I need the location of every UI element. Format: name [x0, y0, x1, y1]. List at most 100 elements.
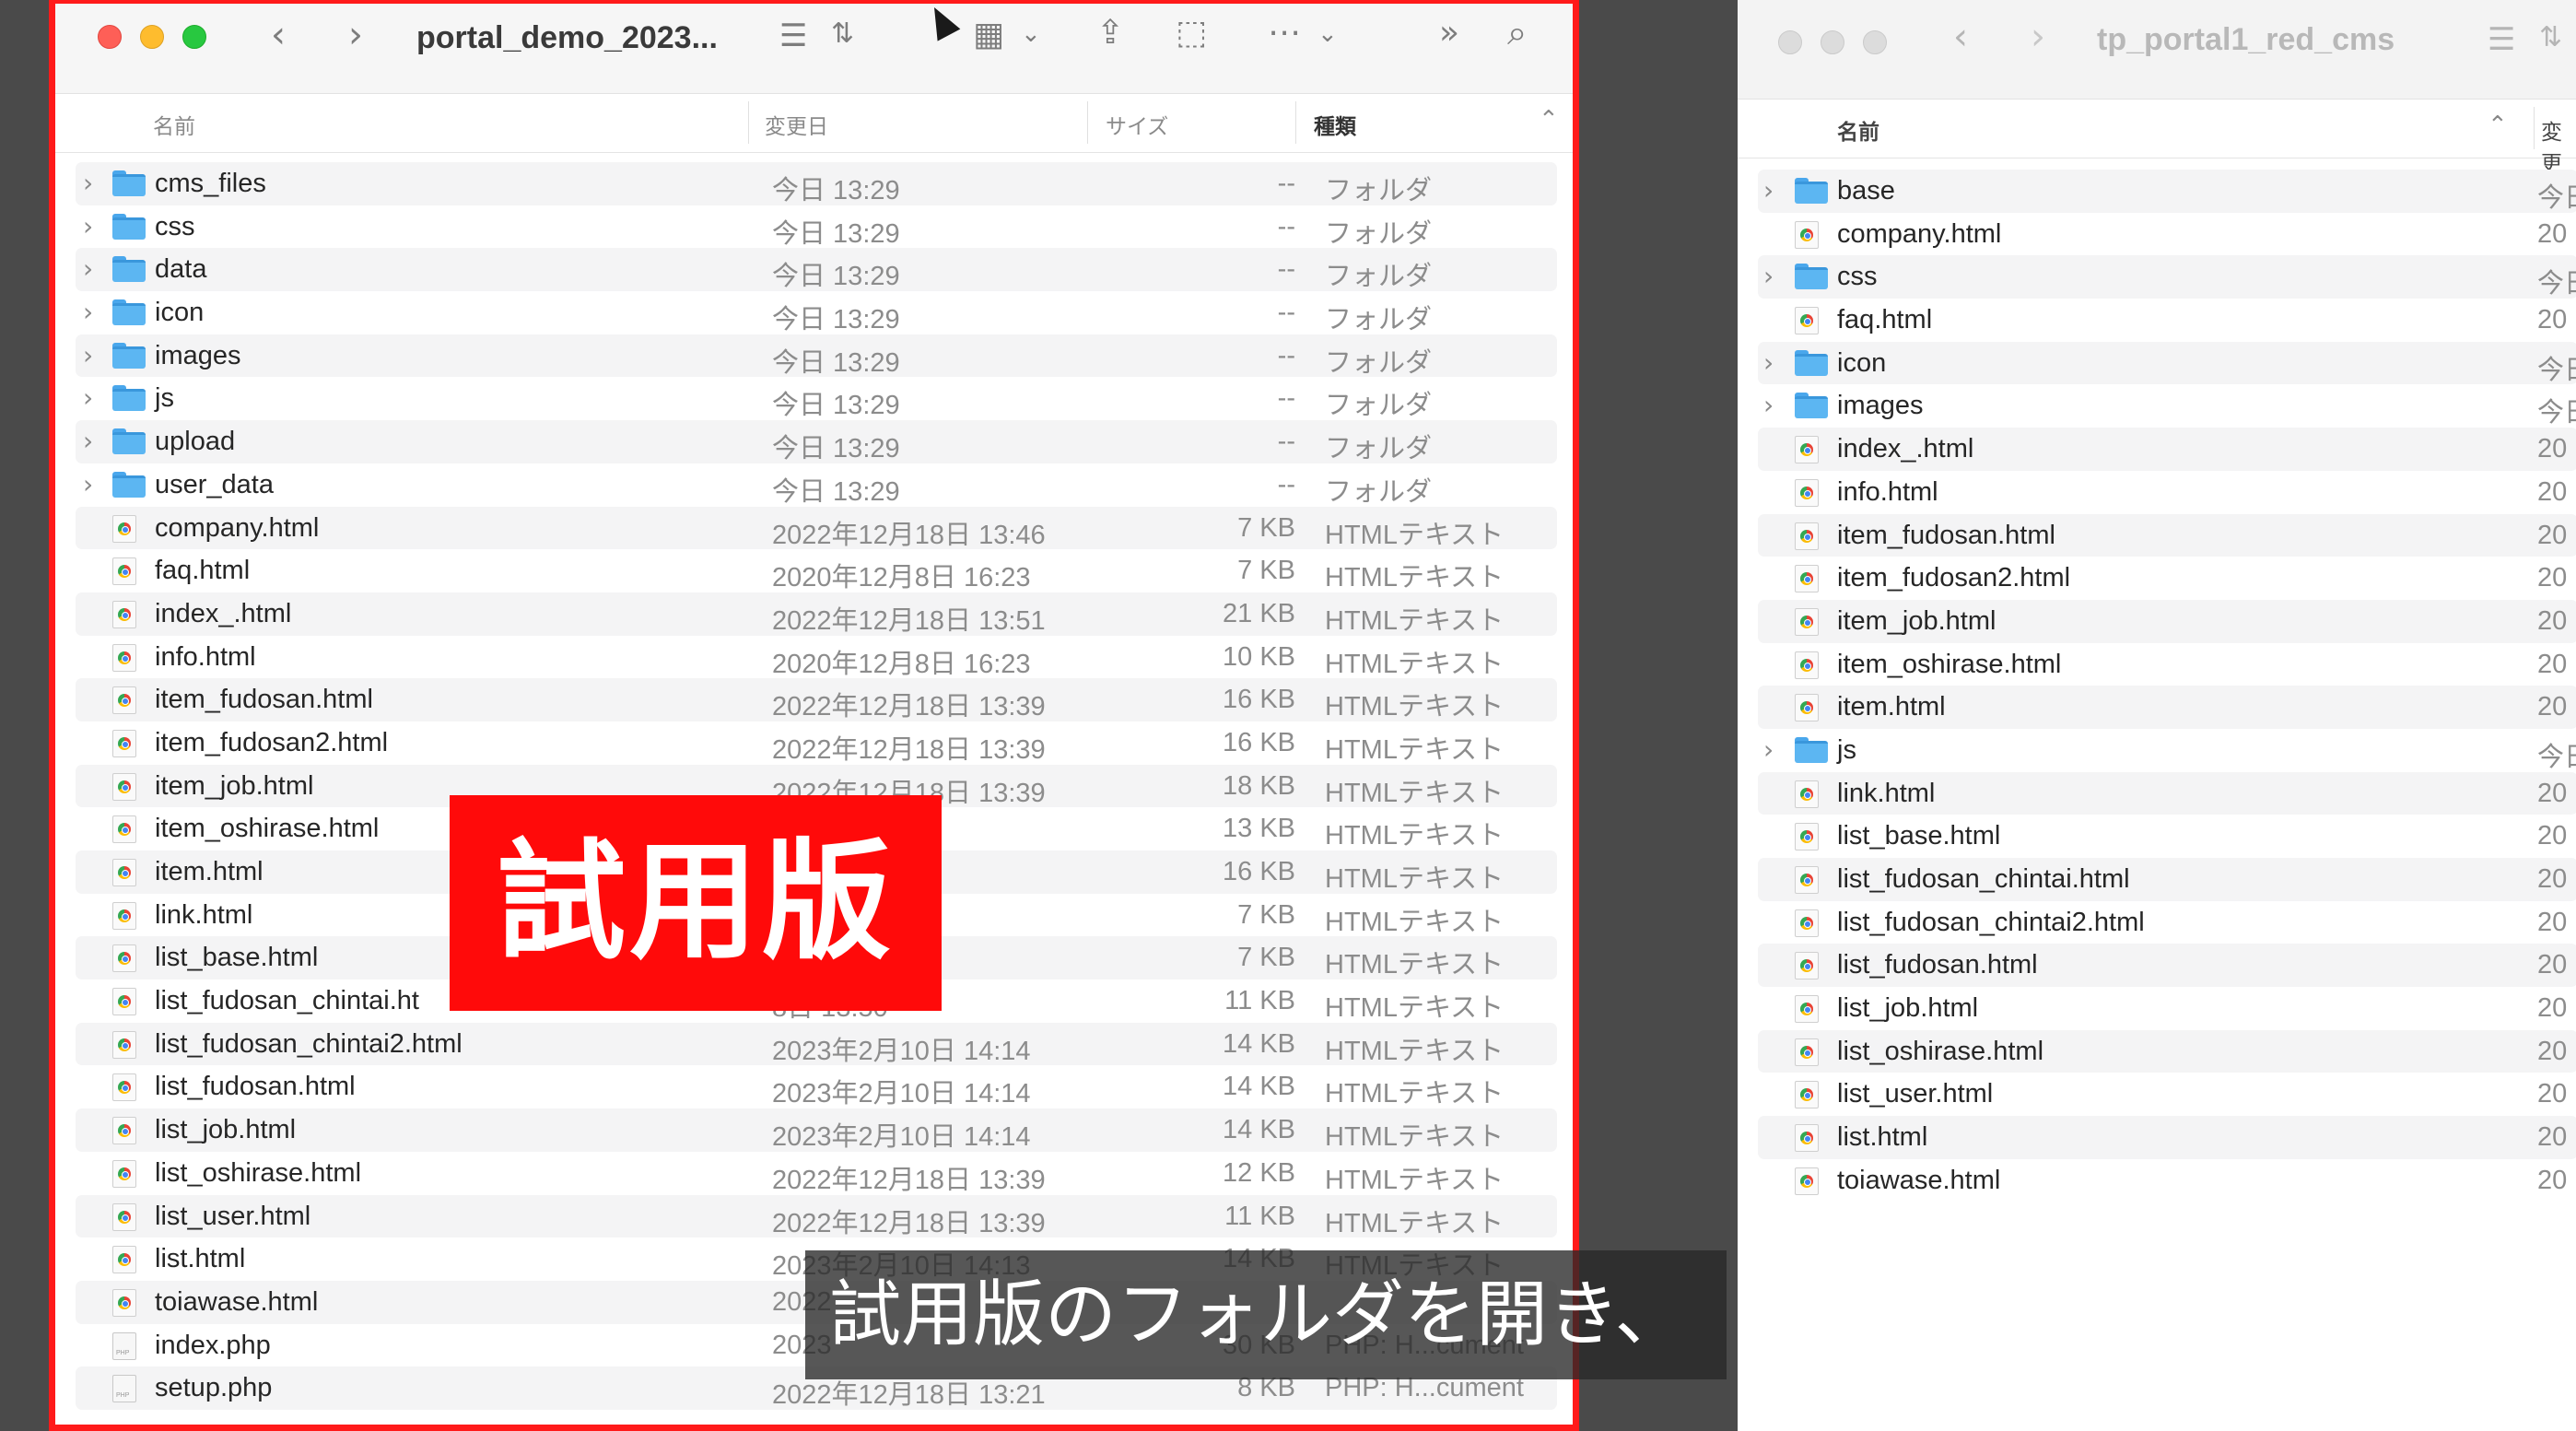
file-row[interactable]: faq.html 20: [1758, 299, 2576, 342]
zoom-window-button[interactable]: [1863, 30, 1887, 54]
overflow-chevrons-icon[interactable]: »: [1439, 17, 1459, 50]
file-row[interactable]: item_oshirase.html 20: [1758, 643, 2576, 686]
file-row[interactable]: list_fudosan_chintai2.html 20: [1758, 901, 2576, 944]
file-row[interactable]: › base 今日: [1758, 170, 2576, 213]
zoom-window-button[interactable]: [182, 25, 206, 49]
file-row[interactable]: › css 今日 13:29 -- フォルダ: [76, 205, 1557, 249]
disclosure-chevron-icon[interactable]: ›: [1763, 390, 1774, 420]
file-row[interactable]: › user_data 今日 13:29 -- フォルダ: [76, 463, 1557, 507]
file-row[interactable]: › icon 今日 13:29 -- フォルダ: [76, 291, 1557, 334]
file-row[interactable]: list_fudosan_chintai2.html 2023年2月10日 14:…: [76, 1022, 1557, 1066]
list-view-icon[interactable]: ☰: [2488, 24, 2515, 55]
chevron-down-icon[interactable]: ⌄: [1317, 22, 1338, 46]
file-row[interactable]: list_oshirase.html 20: [1758, 1029, 2576, 1073]
file-row[interactable]: index_.html 20: [1758, 428, 2576, 471]
file-row[interactable]: list.html 20: [1758, 1116, 2576, 1159]
html-file-icon: [1795, 651, 1819, 679]
close-window-button[interactable]: [1778, 30, 1802, 54]
disclosure-chevron-icon[interactable]: ›: [83, 469, 93, 499]
file-row[interactable]: item_fudosan2.html 20: [1758, 557, 2576, 600]
file-kind: HTMLテキスト: [1325, 907, 1505, 937]
sort-ascending-icon[interactable]: ⌃: [1539, 105, 1559, 134]
disclosure-chevron-icon[interactable]: ›: [83, 253, 93, 284]
share-icon[interactable]: ⇪: [1096, 17, 1124, 50]
file-kind: フォルダ: [1325, 262, 1433, 292]
tag-icon[interactable]: ⬚: [1176, 17, 1207, 50]
disclosure-chevron-icon[interactable]: ›: [83, 382, 93, 413]
file-row[interactable]: › data 今日 13:29 -- フォルダ: [76, 248, 1557, 291]
file-row[interactable]: list_oshirase.html 2022年12月18日 13:39 12 KB…: [76, 1152, 1557, 1195]
disclosure-chevron-icon[interactable]: ›: [1763, 261, 1774, 291]
group-grid-icon[interactable]: ▦: [973, 18, 1004, 52]
file-row[interactable]: › cms_files 今日 13:29 -- フォルダ: [76, 162, 1557, 205]
more-options-icon[interactable]: ⋯: [1268, 17, 1301, 50]
file-row[interactable]: company.html 20: [1758, 213, 2576, 256]
file-row[interactable]: list_base.html 20: [1758, 815, 2576, 858]
file-row[interactable]: toiawase.html 20: [1758, 1159, 2576, 1202]
file-row[interactable]: › icon 今日: [1758, 341, 2576, 385]
file-row[interactable]: item_fudosan.html 2022年12月18日 13:39 16 KB H…: [76, 678, 1557, 721]
file-row[interactable]: info.html 20: [1758, 471, 2576, 514]
column-name[interactable]: 名前: [1837, 114, 1879, 146]
file-row[interactable]: › js 今日: [1758, 729, 2576, 772]
disclosure-chevron-icon[interactable]: ›: [83, 168, 93, 198]
sort-chevrons-icon[interactable]: ⇅: [831, 20, 854, 48]
column-name[interactable]: 名前: [153, 109, 195, 140]
html-file-icon: [112, 901, 136, 930]
file-row[interactable]: item_job.html 20: [1758, 599, 2576, 643]
back-icon[interactable]: ‹: [271, 17, 286, 53]
search-icon[interactable]: ⌕: [1507, 15, 1527, 50]
minimize-window-button[interactable]: [1821, 30, 1844, 54]
file-row[interactable]: › js 今日 13:29 -- フォルダ: [76, 377, 1557, 420]
html-file-icon: [1795, 1124, 1819, 1153]
close-window-button[interactable]: [98, 25, 122, 49]
file-row[interactable]: faq.html 2020年12月8日 16:23 7 KB HTMLテキスト: [76, 549, 1557, 592]
html-file-icon: [112, 557, 136, 586]
file-row[interactable]: link.html 20: [1758, 771, 2576, 815]
forward-icon[interactable]: ›: [348, 17, 363, 53]
file-row[interactable]: list_user.html 20: [1758, 1073, 2576, 1116]
disclosure-chevron-icon[interactable]: ›: [83, 426, 93, 456]
file-name: item.html: [1837, 692, 1946, 722]
disclosure-chevron-icon[interactable]: ›: [83, 211, 93, 241]
file-row[interactable]: › images 今日 13:29 -- フォルダ: [76, 334, 1557, 378]
forward-icon[interactable]: ›: [2031, 18, 2045, 55]
column-kind[interactable]: 種類: [1314, 109, 1356, 140]
file-row[interactable]: index_.html 2022年12月18日 13:51 21 KB HTMLテキス…: [76, 592, 1557, 636]
column-size[interactable]: サイズ: [1106, 109, 1168, 140]
back-icon[interactable]: ‹: [1953, 18, 1968, 55]
file-row[interactable]: item.html 20: [1758, 686, 2576, 729]
sort-ascending-icon[interactable]: ⌃: [2488, 111, 2508, 139]
file-row[interactable]: company.html 2022年12月18日 13:46 7 KB HTMLテキス…: [76, 506, 1557, 550]
file-row[interactable]: list_fudosan.html 20: [1758, 944, 2576, 988]
file-row[interactable]: list_fudosan_chintai.html 20: [1758, 858, 2576, 901]
minimize-window-button[interactable]: [140, 25, 164, 49]
file-size: --: [1277, 211, 1295, 241]
column-date[interactable]: 変更日: [765, 109, 828, 140]
file-row[interactable]: list_job.html 20: [1758, 987, 2576, 1030]
file-row[interactable]: list_job.html 2023年2月10日 14:14 14 KB HTMLテキ…: [76, 1108, 1557, 1152]
file-row[interactable]: list_fudosan.html 2023年2月10日 14:14 14 KB HT…: [76, 1065, 1557, 1108]
file-name: toiawase.html: [1837, 1165, 2001, 1195]
disclosure-chevron-icon[interactable]: ›: [1763, 347, 1774, 378]
file-row[interactable]: item_fudosan.html 20: [1758, 513, 2576, 557]
html-file-icon: [1795, 952, 1819, 980]
sort-chevrons-icon[interactable]: ⇅: [2539, 24, 2562, 52]
file-row[interactable]: › upload 今日 13:29 -- フォルダ: [76, 420, 1557, 463]
file-size: 7 KB: [1237, 512, 1295, 543]
list-view-icon[interactable]: ☰: [779, 20, 807, 52]
disclosure-chevron-icon[interactable]: ›: [83, 340, 93, 370]
file-list: › base 今日 company.html 20 › css 今日 faq.html 20 › ic…: [1758, 170, 2576, 1202]
file-row[interactable]: item_fudosan2.html 2022年12月18日 13:39 16 KB…: [76, 721, 1557, 765]
column-date[interactable]: 変更: [2541, 114, 2576, 177]
html-file-icon: [1795, 307, 1819, 335]
disclosure-chevron-icon[interactable]: ›: [1763, 175, 1774, 205]
file-name: css: [1837, 262, 1878, 292]
file-row[interactable]: list_user.html 2022年12月18日 13:39 11 KB HTML…: [76, 1194, 1557, 1238]
disclosure-chevron-icon[interactable]: ›: [1763, 734, 1774, 765]
file-row[interactable]: info.html 2020年12月8日 16:23 10 KB HTMLテキスト: [76, 636, 1557, 679]
file-row[interactable]: › images 今日: [1758, 384, 2576, 428]
chevron-down-icon[interactable]: ⌄: [1021, 22, 1041, 46]
disclosure-chevron-icon[interactable]: ›: [83, 297, 93, 327]
file-row[interactable]: › css 今日: [1758, 255, 2576, 299]
